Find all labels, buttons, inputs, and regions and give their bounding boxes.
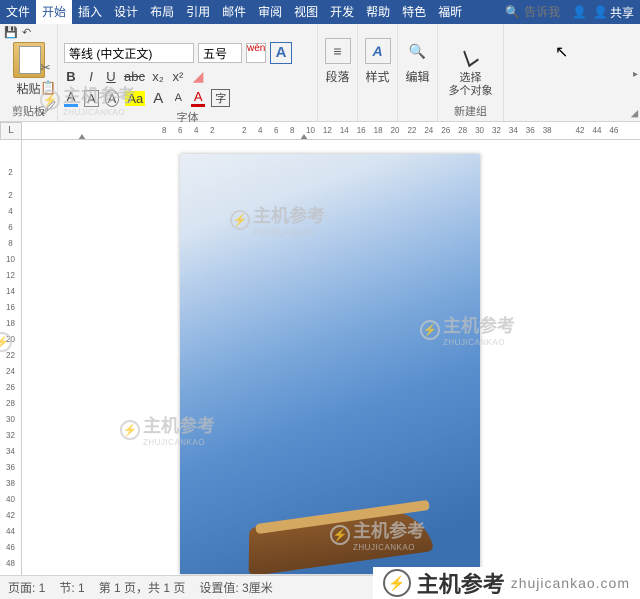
grow-font-button[interactable]: A (151, 90, 165, 107)
subscript-button[interactable]: x₂ (151, 69, 165, 84)
styles-icon: A (365, 38, 391, 64)
vertical-ruler[interactable]: 2246810121416182022242628303234363840424… (0, 140, 22, 575)
account-icon[interactable]: 👤 (572, 5, 587, 19)
brand-logo-icon: ⚡ (383, 569, 411, 597)
copy-icon[interactable]: 📋 (40, 80, 57, 96)
superscript-button[interactable]: x² (171, 69, 185, 84)
bold-button[interactable]: B (64, 69, 78, 84)
tab-review[interactable]: 审阅 (252, 0, 288, 24)
select-objects-button[interactable]: 选择 多个对象 (449, 38, 493, 98)
boat-image (230, 444, 430, 574)
document-workspace: L 86422468101214161820222426283032343638… (0, 122, 640, 575)
tab-developer[interactable]: 开发 (324, 0, 360, 24)
tab-layout[interactable]: 布局 (144, 0, 180, 24)
editing-group: 🔍 编辑 (398, 24, 438, 121)
document-page[interactable]: ▸ (180, 154, 480, 574)
tab-features[interactable]: 特色 (396, 0, 432, 24)
styles-group: A 样式 ◢ (358, 24, 398, 121)
indent-marker-left[interactable] (78, 134, 86, 140)
editing-label: 编辑 (405, 68, 429, 85)
styles-label: 样式 (365, 68, 389, 85)
italic-button[interactable]: I (84, 69, 98, 84)
select-label: 选择 多个对象 (449, 72, 493, 98)
enclose-char-button[interactable]: 字 (211, 89, 230, 107)
tab-file[interactable]: 文件 (0, 0, 36, 24)
quick-access-toolbar: 💾 ↶ (4, 26, 36, 40)
paragraph-label: 段落 (325, 68, 349, 85)
status-setting[interactable]: 设置值: 3厘米 (199, 579, 272, 596)
cursor-icon (459, 46, 483, 70)
font-size-select[interactable] (198, 43, 242, 63)
brand-name: 主机参考 (417, 567, 505, 599)
tab-mailings[interactable]: 邮件 (216, 0, 252, 24)
char-style-button[interactable]: A (270, 42, 292, 64)
phonetic-guide-button[interactable]: wén (246, 43, 266, 63)
shrink-font-button[interactable]: A (171, 92, 185, 104)
font-color-button[interactable]: A (191, 89, 205, 107)
paragraph-button[interactable]: ≡ 段落 (325, 38, 351, 85)
share-button[interactable]: 👤 共享 (587, 4, 640, 21)
brand-url: zhujicankao.com (511, 575, 630, 591)
tab-insert[interactable]: 插入 (72, 0, 108, 24)
paragraph-icon: ≡ (325, 38, 351, 64)
qat-save-icon[interactable]: 💾 (4, 26, 18, 40)
search-input[interactable] (524, 5, 564, 19)
indent-marker-right[interactable] (300, 134, 308, 140)
font-group: wén A B I U abc x₂ x² ◢ A A A Aa A A A 字… (58, 24, 318, 121)
font-name-select[interactable] (64, 43, 194, 63)
tell-me-search[interactable]: 🔍 (505, 5, 572, 19)
search-icon: 🔍 (505, 5, 520, 19)
tab-view[interactable]: 视图 (288, 0, 324, 24)
clear-format-button[interactable]: ◢ (191, 68, 205, 85)
status-section[interactable]: 节: 1 (59, 579, 84, 596)
select-group-label: 新建组 (454, 101, 487, 119)
paste-label: 粘贴 (16, 80, 40, 97)
highlight-button[interactable]: Aa (125, 91, 145, 106)
select-group: 选择 多个对象 新建组 (438, 24, 504, 121)
format-painter-icon[interactable]: 🖌 (40, 100, 57, 116)
ribbon: 💾 ↶ 粘贴 ✂ 📋 🖌 剪贴板 ◢ wén A B I U abc x₂ x² (0, 24, 640, 122)
find-icon: 🔍 (405, 38, 431, 64)
footer-brand: ⚡ 主机参考 zhujicankao.com (373, 567, 640, 599)
styles-button[interactable]: A 样式 (365, 38, 391, 85)
tab-design[interactable]: 设计 (108, 0, 144, 24)
strikethrough-button[interactable]: abc (124, 69, 145, 84)
cut-icon[interactable]: ✂ (40, 60, 57, 76)
status-page[interactable]: 页面: 1 (8, 579, 45, 596)
ribbon-collapse-icon[interactable]: ▸ (633, 69, 638, 80)
text-effects-button[interactable]: A (64, 89, 78, 107)
qat-undo-icon[interactable]: ↶ (22, 26, 36, 40)
underline-button[interactable]: U (104, 69, 118, 84)
ruler-corner[interactable]: L (0, 122, 22, 140)
tab-foxit[interactable]: 福昕 (432, 0, 468, 24)
char-shading-button[interactable]: A (105, 90, 120, 107)
share-icon: 👤 (593, 5, 608, 19)
styles-launcher-icon[interactable]: ◢ (631, 108, 638, 119)
horizontal-ruler[interactable]: 8642246810121416182022242628303234363842… (22, 122, 640, 140)
paragraph-group: ≡ 段落 ◢ (318, 24, 358, 121)
share-label: 共享 (610, 4, 634, 21)
tab-home[interactable]: 开始 (36, 0, 72, 24)
tab-references[interactable]: 引用 (180, 0, 216, 24)
editing-button[interactable]: 🔍 编辑 (405, 38, 431, 85)
menu-bar: 文件 开始 插入 设计 布局 引用 邮件 审阅 视图 开发 帮助 特色 福昕 🔍… (0, 0, 640, 24)
status-page-count[interactable]: 第 1 页，共 1 页 (99, 579, 186, 596)
tab-help[interactable]: 帮助 (360, 0, 396, 24)
char-border-button[interactable]: A (84, 90, 99, 107)
